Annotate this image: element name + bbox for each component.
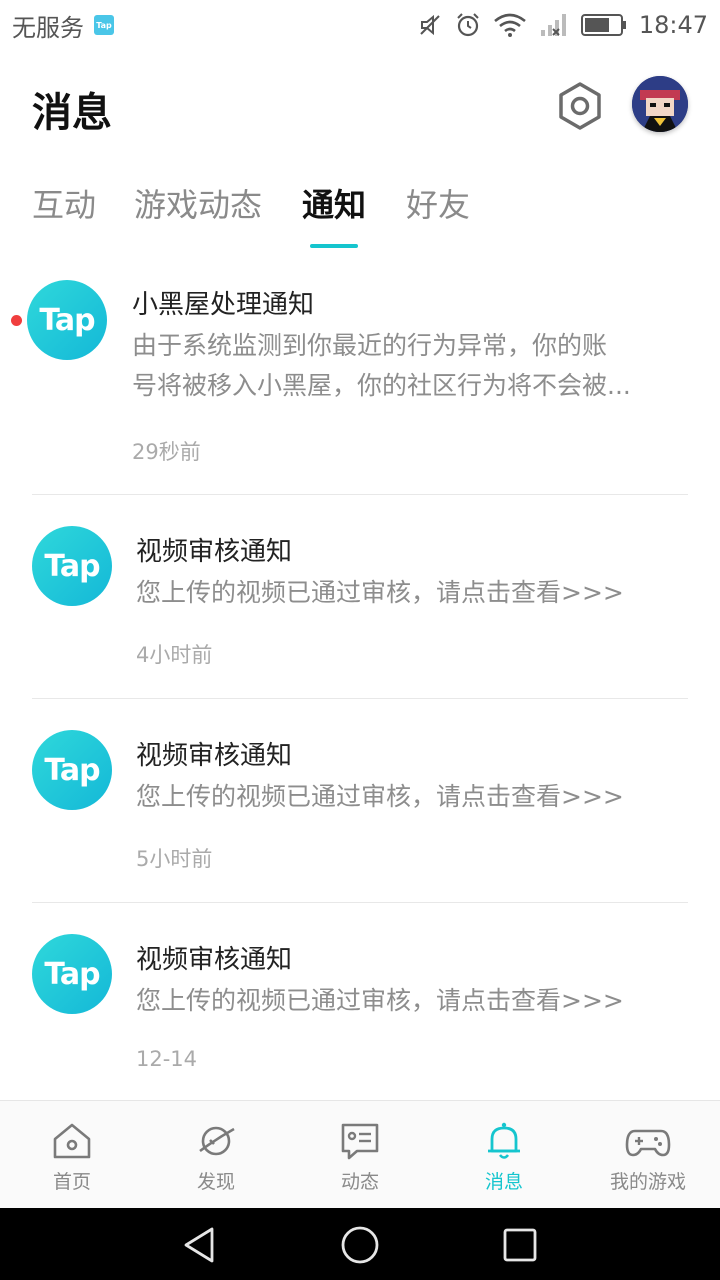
tap-logo-icon: Tap <box>32 730 112 810</box>
notification-body: 您上传的视频已通过审核，请点击查看>>> <box>136 986 624 1015</box>
carrier-label: 无服务 <box>12 13 84 42</box>
notification-body-line: 由于系统监测到你最近的行为异常，你的账 <box>132 331 608 360</box>
tab-notifications[interactable]: 通知 <box>302 180 366 226</box>
system-navigation-bar <box>0 1208 720 1280</box>
nav-label: 发现 <box>196 1171 235 1193</box>
notification-time: 29秒前 <box>132 440 201 464</box>
list-item[interactable]: Tap 视频审核通知 您上传的视频已通过审核，请点击查看>>> 5小时前 <box>0 699 720 902</box>
mute-icon <box>420 14 440 36</box>
notification-title: 视频审核通知 <box>136 537 293 567</box>
home-circle-icon[interactable] <box>340 1225 380 1265</box>
settings-hexagon-icon <box>559 82 601 130</box>
nav-label: 我的游戏 <box>609 1171 686 1193</box>
notification-title: 视频审核通知 <box>136 741 293 771</box>
signal-icon <box>540 14 566 36</box>
nav-feed[interactable]: 动态 <box>288 1101 432 1209</box>
nav-label: 首页 <box>52 1171 91 1193</box>
message-tabs: 互动 游戏动态 通知 好友 <box>0 180 720 250</box>
unread-dot <box>11 315 22 326</box>
nav-discover[interactable]: 发现 <box>144 1101 288 1209</box>
page-header: 消息 <box>0 70 720 140</box>
notification-time: 12-14 <box>136 1047 198 1071</box>
notification-time: 5小时前 <box>136 847 213 871</box>
tab-friends[interactable]: 好友 <box>406 180 470 226</box>
battery-icon <box>580 14 626 36</box>
notification-title: 小黑屋处理通知 <box>132 290 315 320</box>
tab-game-updates[interactable]: 游戏动态 <box>134 180 262 226</box>
planet-icon <box>199 1126 235 1156</box>
tap-app-badge: Tap <box>94 15 114 35</box>
avatar[interactable] <box>632 76 688 132</box>
nav-messages[interactable]: 消息 <box>432 1101 576 1209</box>
back-icon[interactable] <box>180 1225 220 1265</box>
tap-logo-icon: Tap <box>27 280 107 360</box>
recents-icon[interactable] <box>500 1225 540 1265</box>
bottom-navigation: 首页 发现 动态 消息 我的游戏 <box>0 1100 720 1208</box>
notification-body: 您上传的视频已通过审核，请点击查看>>> <box>136 782 624 811</box>
nav-label: 消息 <box>484 1171 523 1193</box>
page-title: 消息 <box>32 90 112 136</box>
list-item[interactable]: Tap 视频审核通知 您上传的视频已通过审核，请点击查看>>> 12-14 <box>0 903 720 1098</box>
settings-button[interactable] <box>554 80 606 132</box>
tap-logo-icon: Tap <box>32 526 112 606</box>
nav-label: 动态 <box>340 1171 379 1193</box>
clock-time: 18:47 <box>638 11 708 39</box>
tap-logo-icon: Tap <box>32 934 112 1014</box>
wifi-icon <box>494 13 526 37</box>
bell-icon <box>488 1122 520 1159</box>
nav-home[interactable]: 首页 <box>0 1101 144 1209</box>
avatar-image <box>632 76 688 132</box>
feed-chat-icon <box>341 1123 379 1160</box>
list-item[interactable]: Tap 小黑屋处理通知 由于系统监测到你最近的行为异常，你的账 号将被移入小黑屋… <box>0 260 720 494</box>
home-icon <box>53 1123 91 1159</box>
notification-title: 视频审核通知 <box>136 945 293 975</box>
notification-body: 由于系统监测到你最近的行为异常，你的账 号将被移入小黑屋，你的社区行为将不会被.… <box>132 326 631 406</box>
notification-time: 4小时前 <box>136 643 213 667</box>
active-tab-indicator <box>310 244 358 248</box>
status-bar: 无服务 Tap 18:47 <box>0 0 720 50</box>
notification-body: 您上传的视频已通过审核，请点击查看>>> <box>136 578 624 607</box>
tab-interaction[interactable]: 互动 <box>32 180 96 226</box>
notification-body-line: 号将被移入小黑屋，你的社区行为将不会被... <box>132 371 631 400</box>
gamepad-icon <box>625 1129 671 1157</box>
nav-my-games[interactable]: 我的游戏 <box>576 1101 720 1209</box>
alarm-icon <box>457 13 479 37</box>
list-item[interactable]: Tap 视频审核通知 您上传的视频已通过审核，请点击查看>>> 4小时前 <box>0 495 720 698</box>
